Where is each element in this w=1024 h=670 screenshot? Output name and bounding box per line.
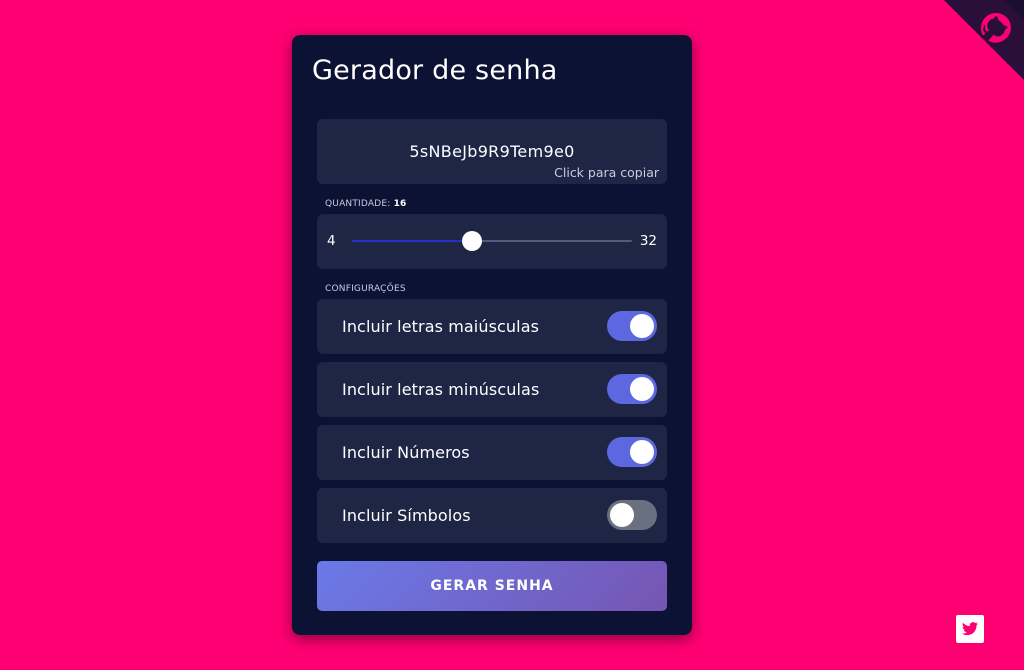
uppercase-toggle[interactable] [607, 311, 657, 341]
option-label: Incluir Símbolos [342, 506, 471, 525]
symbols-toggle[interactable] [607, 500, 657, 530]
toggle-knob [630, 314, 654, 338]
slider-track[interactable] [352, 231, 632, 251]
numbers-toggle[interactable] [607, 437, 657, 467]
option-numbers: Incluir Números [317, 425, 667, 480]
github-corner[interactable] [944, 0, 1024, 80]
generate-password-button[interactable]: GERAR SENHA [317, 561, 667, 611]
quantity-label: QUANTIDADE: 16 [325, 199, 407, 209]
twitter-link[interactable] [956, 615, 984, 643]
slider-max: 32 [639, 233, 657, 249]
copy-hint: Click para copiar [554, 165, 659, 180]
length-slider-panel: 4 32 [317, 214, 667, 269]
option-label: Incluir letras minúsculas [342, 380, 540, 399]
quantity-value: 16 [393, 199, 407, 209]
password-display[interactable]: 5sNBeJb9R9Tem9e0 Click para copiar [317, 119, 667, 184]
slider-fill [352, 240, 472, 242]
option-uppercase: Incluir letras maiúsculas [317, 299, 667, 354]
quantity-label-text: QUANTIDADE: [325, 199, 391, 209]
option-symbols: Incluir Símbolos [317, 488, 667, 543]
toggle-knob [610, 503, 634, 527]
page-title: Gerador de senha [312, 55, 558, 86]
option-lowercase: Incluir letras minúsculas [317, 362, 667, 417]
password-generator-card: Gerador de senha 5sNBeJb9R9Tem9e0 Click … [292, 35, 692, 635]
option-label: Incluir letras maiúsculas [342, 317, 540, 336]
lowercase-toggle[interactable] [607, 374, 657, 404]
toggle-knob [630, 440, 654, 464]
twitter-icon [962, 622, 978, 636]
settings-label: CONFIGURAÇÕES [325, 284, 406, 294]
slider-thumb[interactable] [462, 231, 482, 251]
slider-min: 4 [327, 233, 336, 249]
password-value: 5sNBeJb9R9Tem9e0 [409, 142, 575, 161]
option-label: Incluir Números [342, 443, 470, 462]
toggle-knob [630, 377, 654, 401]
